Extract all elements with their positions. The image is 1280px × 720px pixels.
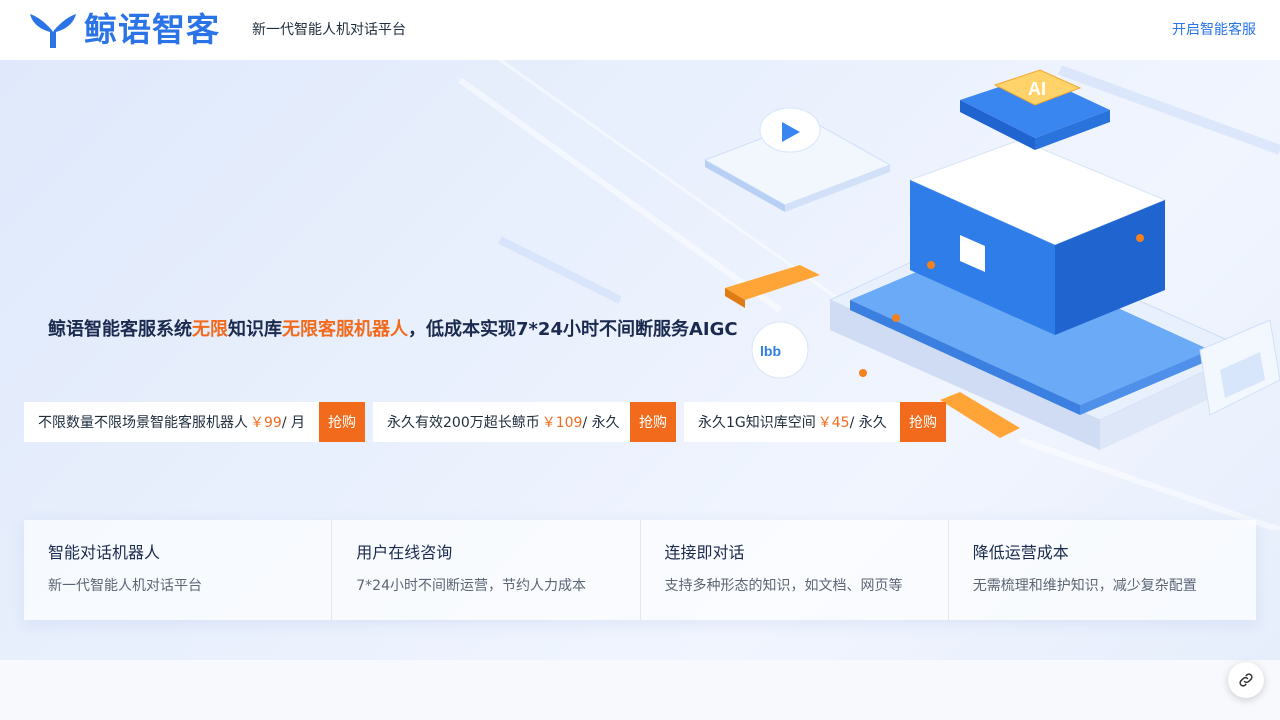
offer-price: ￥45 (817, 415, 850, 431)
offer-price: ￥99 (250, 415, 282, 431)
hero-headline: 鲸语智能客服系统无限知识库无限客服机器人，低成本实现7*24小时不间断服务AIG… (48, 318, 738, 342)
feature-desc: 7*24小时不间断运营，节约人力成本 (356, 578, 586, 594)
hero-banner: AI lbb 鲸语智能客服系统无限知识库无限客服机器人，低成本实现7*24小时不… (0, 60, 1280, 660)
headline-highlight: 无限 (192, 319, 228, 340)
offer-unit: / 永久 (582, 415, 620, 431)
buy-button[interactable]: 抢购 (900, 402, 946, 442)
logo-text: 鲸语智客 (84, 10, 220, 49)
offer-unit: / 永久 (849, 415, 887, 431)
offer-body: 永久有效200万超长鲸币 ￥109 / 永久 (373, 402, 630, 442)
feature-strip: 智能对话机器人 新一代智能人机对话平台 用户在线咨询 7*24小时不间断运营，节… (24, 520, 1256, 620)
headline-part: 鲸语智能客服系统 (48, 319, 192, 340)
headline-part: ，低成本实现7*24小时不间断服务AIGC (408, 319, 738, 340)
feature-title: 降低运营成本 (972, 543, 1069, 562)
svg-text:lbb: lbb (760, 343, 781, 359)
open-service-link[interactable]: 开启智能客服 (1172, 20, 1256, 40)
share-link-button[interactable] (1228, 662, 1264, 698)
logo[interactable]: 鲸语智客 (28, 10, 220, 50)
feature-title: 智能对话机器人 (48, 543, 161, 562)
link-icon (1239, 673, 1253, 687)
offer-text: 永久有效200万超长鲸币 (387, 415, 540, 431)
offer-price: ￥109 (541, 415, 583, 431)
whale-tail-icon (30, 14, 76, 48)
header-tagline: 新一代智能人机对话平台 (252, 22, 406, 38)
top-header: 鲸语智客 新一代智能人机对话平台 开启智能客服 (0, 0, 1280, 60)
feature-item: 用户在线咨询 7*24小时不间断运营，节约人力成本 (332, 520, 641, 620)
buy-button[interactable]: 抢购 (630, 402, 676, 442)
feature-item: 降低运营成本 无需梳理和维护知识，减少复杂配置 (949, 520, 1256, 620)
feature-item: 连接即对话 支持多种形态的知识，如文档、网页等 (641, 520, 949, 620)
buy-button[interactable]: 抢购 (319, 402, 365, 442)
feature-desc: 新一代智能人机对话平台 (48, 578, 202, 594)
isometric-illustration: AI lbb (458, 60, 1280, 530)
offer-body: 永久1G知识库空间 ￥45 / 永久 (684, 402, 900, 442)
offer-body: 不限数量不限场景智能客服机器人 ￥99 / 月 (24, 402, 319, 442)
offer-card: 永久1G知识库空间 ￥45 / 永久 抢购 (684, 402, 946, 442)
feature-desc: 无需梳理和维护知识，减少复杂配置 (972, 578, 1197, 594)
headline-highlight: 无限客服机器人 (282, 319, 408, 340)
headline-part: 知识库 (228, 319, 282, 340)
feature-title: 连接即对话 (664, 543, 745, 562)
svg-text:AI: AI (1028, 79, 1046, 99)
offer-text: 不限数量不限场景智能客服机器人 (38, 415, 248, 431)
feature-title: 用户在线咨询 (356, 543, 453, 562)
offer-unit: / 月 (281, 415, 305, 431)
offer-card: 不限数量不限场景智能客服机器人 ￥99 / 月 抢购 (24, 402, 365, 442)
offer-text: 永久1G知识库空间 (698, 415, 816, 431)
offer-card: 永久有效200万超长鲸币 ￥109 / 永久 抢购 (373, 402, 676, 442)
feature-item: 智能对话机器人 新一代智能人机对话平台 (24, 520, 333, 620)
feature-desc: 支持多种形态的知识，如文档、网页等 (664, 578, 903, 594)
